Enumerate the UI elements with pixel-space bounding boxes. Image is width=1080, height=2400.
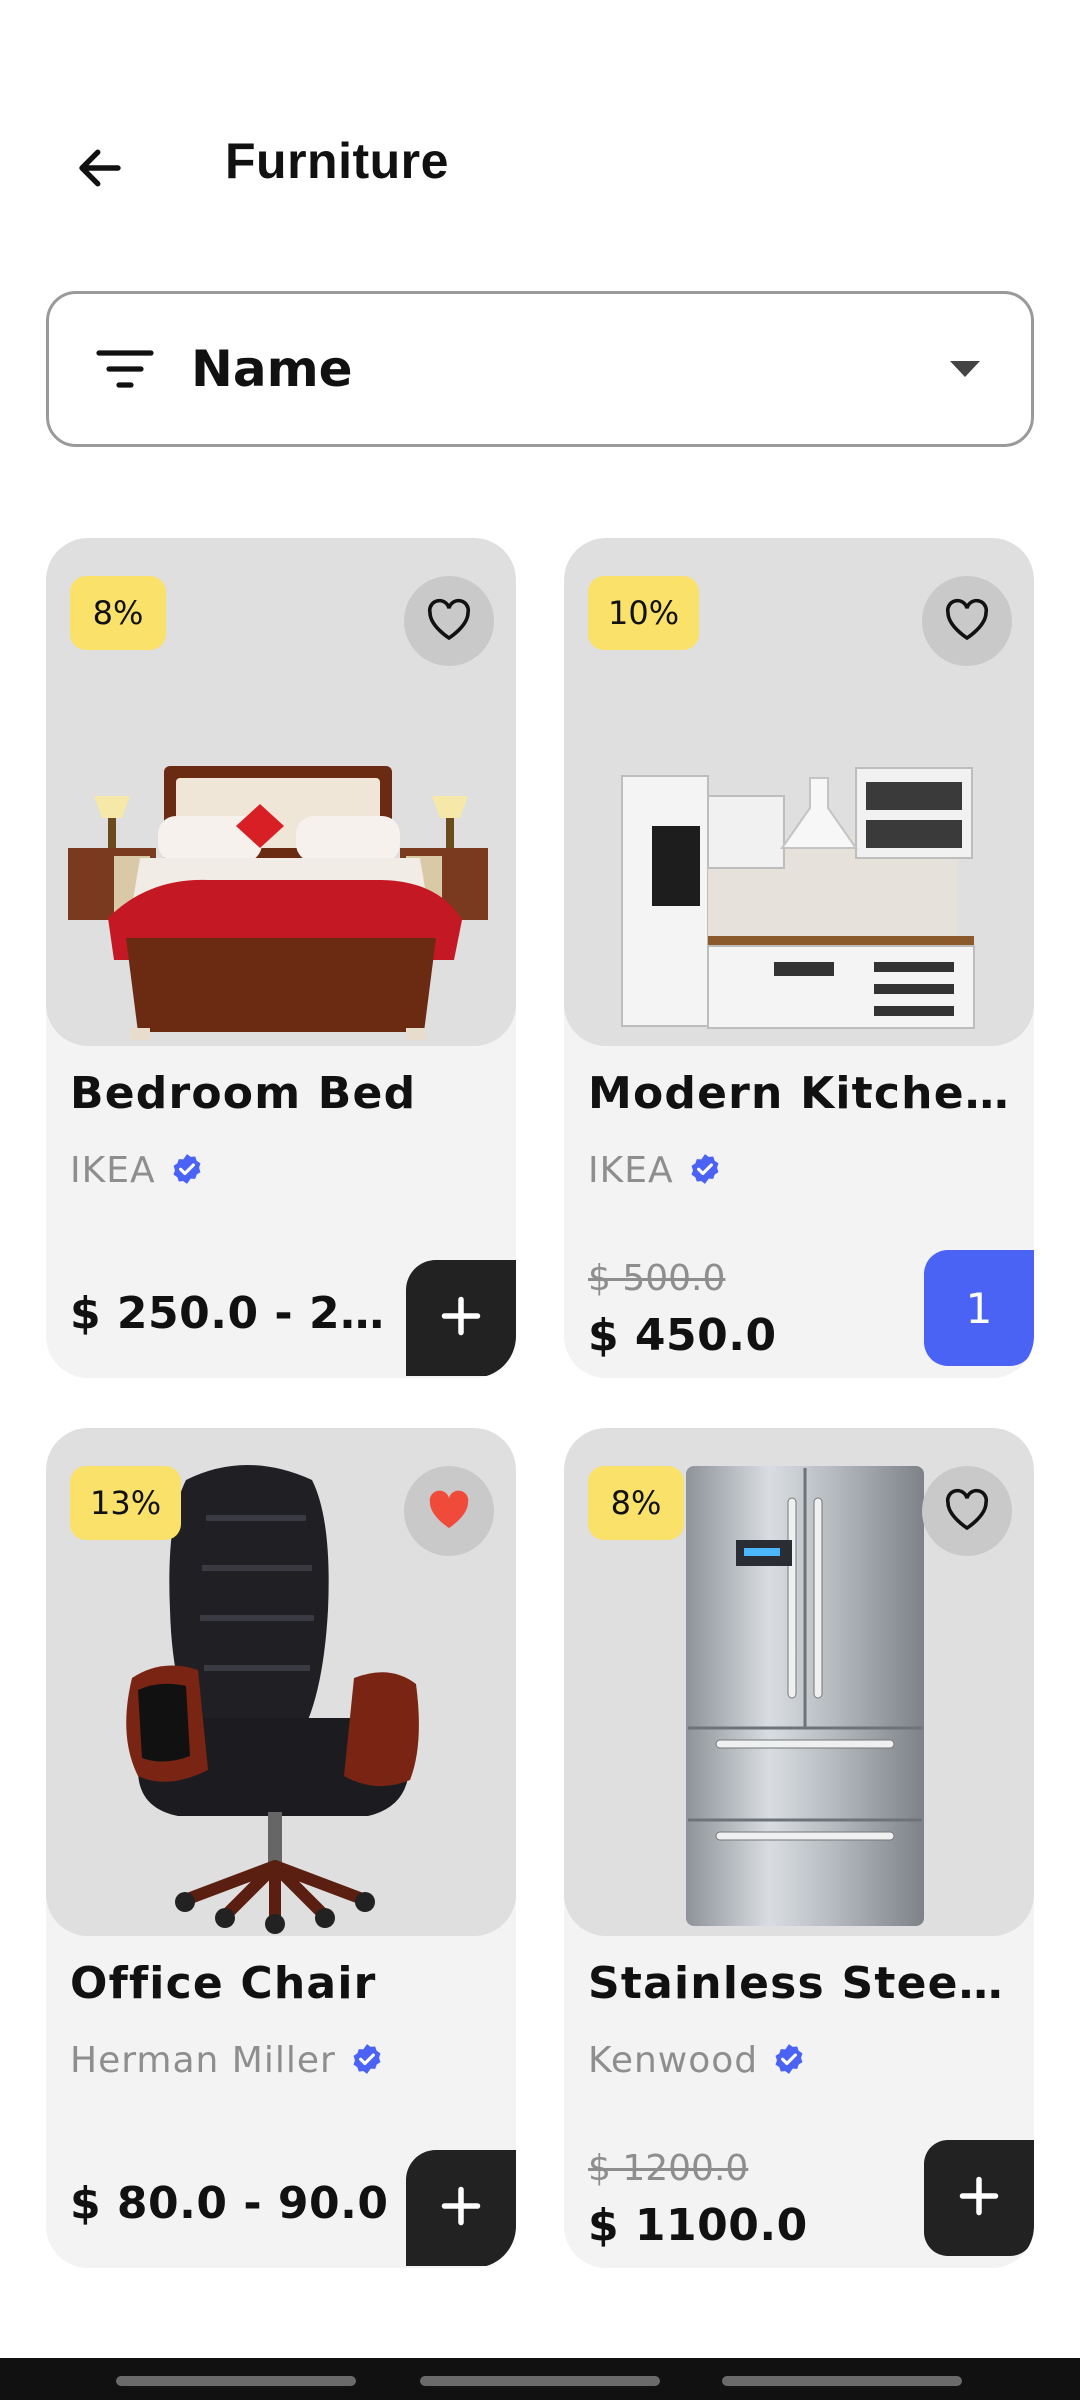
favorite-button[interactable]	[922, 576, 1012, 666]
verified-badge-icon	[170, 1152, 204, 1190]
brand-row: IKEA	[588, 1150, 722, 1191]
discount-badge: 8%	[588, 1466, 684, 1540]
original-price: $ 500.0	[588, 1258, 726, 1299]
original-price: $ 1200.0	[588, 2148, 749, 2189]
favorite-button[interactable]	[404, 576, 494, 666]
verified-badge-icon	[688, 1152, 722, 1190]
brand-name: Herman Miller	[70, 2040, 336, 2081]
verified-badge-icon	[350, 2042, 384, 2080]
heart-icon	[943, 1487, 991, 1535]
product-card[interactable]: 8% Stainless Steel Refrigerator Kenwood …	[564, 1428, 1034, 2268]
product-card[interactable]: 13% Office Chair Herman Miller $ 80.0 - …	[46, 1428, 516, 2268]
discount-badge: 13%	[70, 1466, 182, 1540]
discount-badge: 8%	[70, 576, 166, 650]
verified-badge-icon	[772, 2042, 806, 2080]
product-name: Modern Kitchen Cabinet	[588, 1068, 1018, 1119]
product-name: Stainless Steel Refrigerator	[588, 1958, 1018, 2009]
heart-icon	[943, 597, 991, 645]
brand-name: IKEA	[70, 1150, 156, 1191]
add-to-cart-button[interactable]	[924, 2140, 1034, 2256]
product-name: Office Chair	[70, 1958, 377, 2009]
product-price: $ 250.0 - 280.0	[70, 1288, 400, 1339]
sort-dropdown[interactable]: Name	[46, 291, 1034, 447]
product-price: $ 450.0	[588, 1310, 777, 1361]
cart-quantity-button[interactable]: 1	[924, 1250, 1034, 1366]
product-name: Bedroom Bed	[70, 1068, 417, 1119]
filter-lines-icon	[95, 339, 155, 399]
nav-pill[interactable]	[722, 2376, 962, 2386]
heart-icon	[425, 597, 473, 645]
favorite-button[interactable]	[922, 1466, 1012, 1556]
heart-icon	[425, 1487, 473, 1535]
add-to-cart-button[interactable]	[406, 2150, 516, 2266]
add-to-cart-button[interactable]	[406, 1260, 516, 1376]
discount-badge: 10%	[588, 576, 700, 650]
plus-icon	[439, 2184, 483, 2232]
sort-value: Name	[191, 340, 353, 398]
screen: Furniture Name 8% Bedroom Bed IKEA $ 250…	[0, 0, 1080, 2400]
plus-icon	[957, 2174, 1001, 2222]
product-card[interactable]: 10% Modern Kitchen Cabinet IKEA $ 500.0 …	[564, 538, 1034, 1378]
product-price: $ 1100.0	[588, 2200, 808, 2251]
product-price: $ 80.0 - 90.0	[70, 2178, 389, 2229]
page-title: Furniture	[225, 133, 449, 189]
caret-down-icon	[935, 339, 995, 399]
brand-row: Herman Miller	[70, 2040, 384, 2081]
brand-name: Kenwood	[588, 2040, 759, 2081]
plus-icon	[439, 1294, 483, 1342]
nav-pill[interactable]	[420, 2376, 660, 2386]
product-card[interactable]: 8% Bedroom Bed IKEA $ 250.0 - 280.0	[46, 538, 516, 1378]
system-nav-bar	[0, 2358, 1080, 2400]
brand-row: Kenwood	[588, 2040, 806, 2081]
brand-name: IKEA	[588, 1150, 674, 1191]
favorite-button[interactable]	[404, 1466, 494, 1556]
nav-pill[interactable]	[116, 2376, 356, 2386]
brand-row: IKEA	[70, 1150, 204, 1191]
back-button[interactable]	[60, 130, 140, 210]
arrow-left-icon	[73, 141, 127, 199]
